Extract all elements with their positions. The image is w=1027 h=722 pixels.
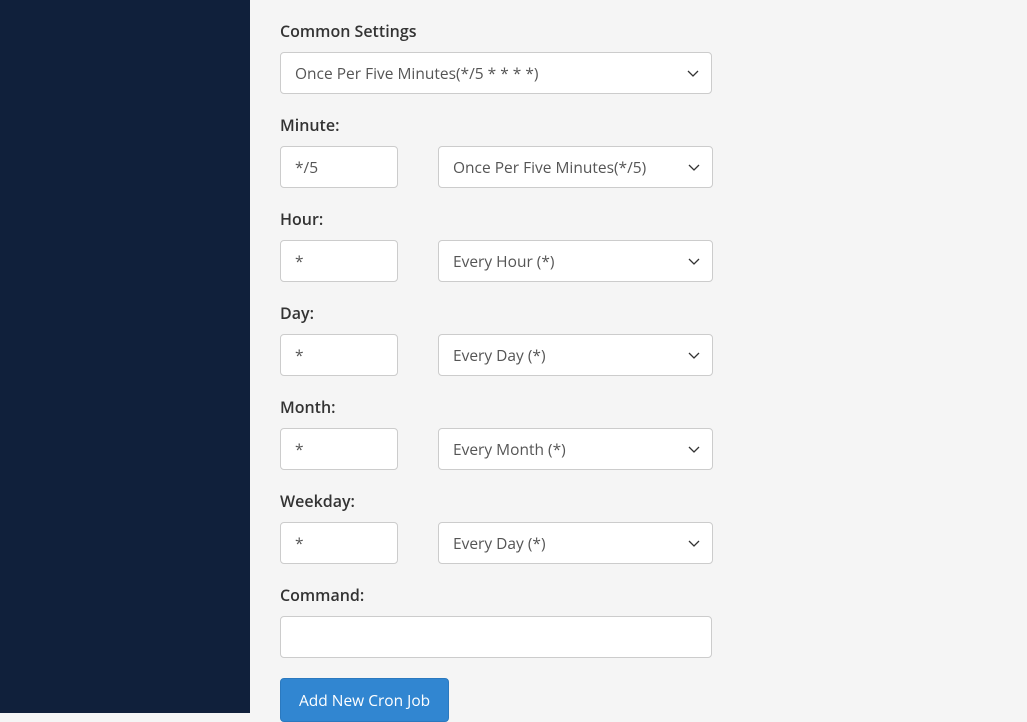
main-content: Common Settings Once Per Five Minutes(*/…: [250, 0, 1027, 713]
minute-preset-select[interactable]: Once Per Five Minutes(*/5): [438, 146, 713, 188]
month-preset-select[interactable]: Every Month (*): [438, 428, 713, 470]
day-preset-select[interactable]: Every Day (*): [438, 334, 713, 376]
command-input[interactable]: [280, 616, 712, 658]
minute-label: Minute:: [280, 114, 997, 136]
hour-label: Hour:: [280, 208, 997, 230]
command-block: Command:: [280, 584, 997, 658]
hour-input[interactable]: [280, 240, 398, 282]
day-input[interactable]: [280, 334, 398, 376]
sidebar: [0, 0, 250, 713]
day-label: Day:: [280, 302, 997, 324]
add-cron-job-button[interactable]: Add New Cron Job: [280, 678, 449, 722]
minute-block: Minute: Once Per Five Minutes(*/5): [280, 114, 997, 188]
command-label: Command:: [280, 584, 997, 606]
weekday-preset-select[interactable]: Every Day (*): [438, 522, 713, 564]
hour-preset-select[interactable]: Every Hour (*): [438, 240, 713, 282]
weekday-label: Weekday:: [280, 490, 997, 512]
minute-input[interactable]: [280, 146, 398, 188]
month-block: Month: Every Month (*): [280, 396, 997, 470]
weekday-input[interactable]: [280, 522, 398, 564]
common-settings-select[interactable]: Once Per Five Minutes(*/5 * * * *): [280, 52, 712, 94]
month-input[interactable]: [280, 428, 398, 470]
weekday-block: Weekday: Every Day (*): [280, 490, 997, 564]
month-label: Month:: [280, 396, 997, 418]
day-block: Day: Every Day (*): [280, 302, 997, 376]
common-settings-label: Common Settings: [280, 20, 997, 42]
common-settings-block: Common Settings Once Per Five Minutes(*/…: [280, 20, 997, 94]
hour-block: Hour: Every Hour (*): [280, 208, 997, 282]
